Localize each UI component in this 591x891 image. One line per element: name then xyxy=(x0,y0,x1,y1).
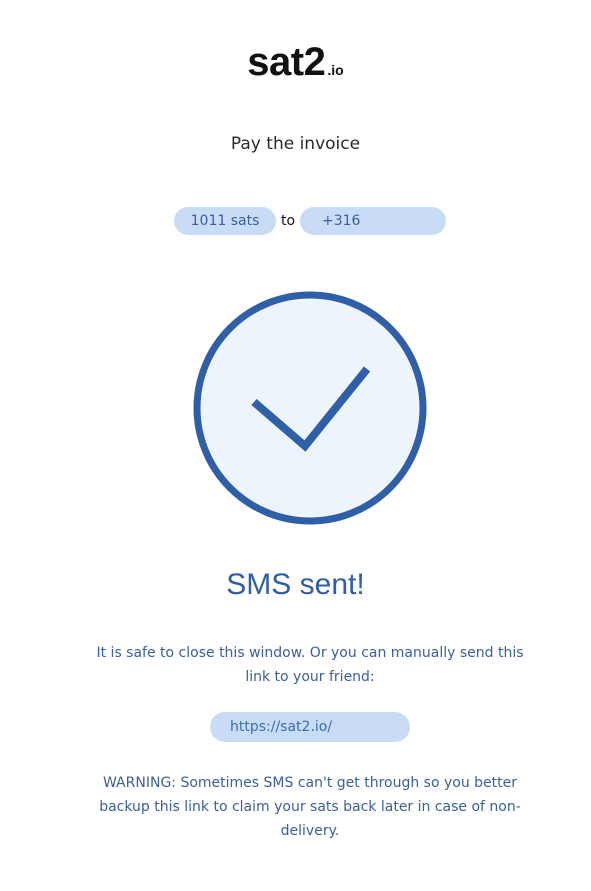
status-heading: SMS sent! xyxy=(226,568,365,601)
claim-link[interactable]: https://sat2.io/ xyxy=(210,712,410,742)
page-subtitle: Pay the invoice xyxy=(230,134,361,154)
success-circle xyxy=(193,291,427,525)
warning-text: WARNING: Sometimes SMS can't get through… xyxy=(99,775,521,839)
check-circle-icon xyxy=(192,290,428,526)
to-label: to xyxy=(281,213,296,229)
brand-tld: .io xyxy=(327,62,344,78)
phone-pill: +316 xyxy=(300,207,446,235)
amount-pill: 1011 sats xyxy=(174,207,276,235)
info-text: It is safe to close this window. Or you … xyxy=(96,645,524,685)
brand-name: sat2 xyxy=(247,40,326,84)
brand-logo: sat2 .io xyxy=(0,40,591,85)
